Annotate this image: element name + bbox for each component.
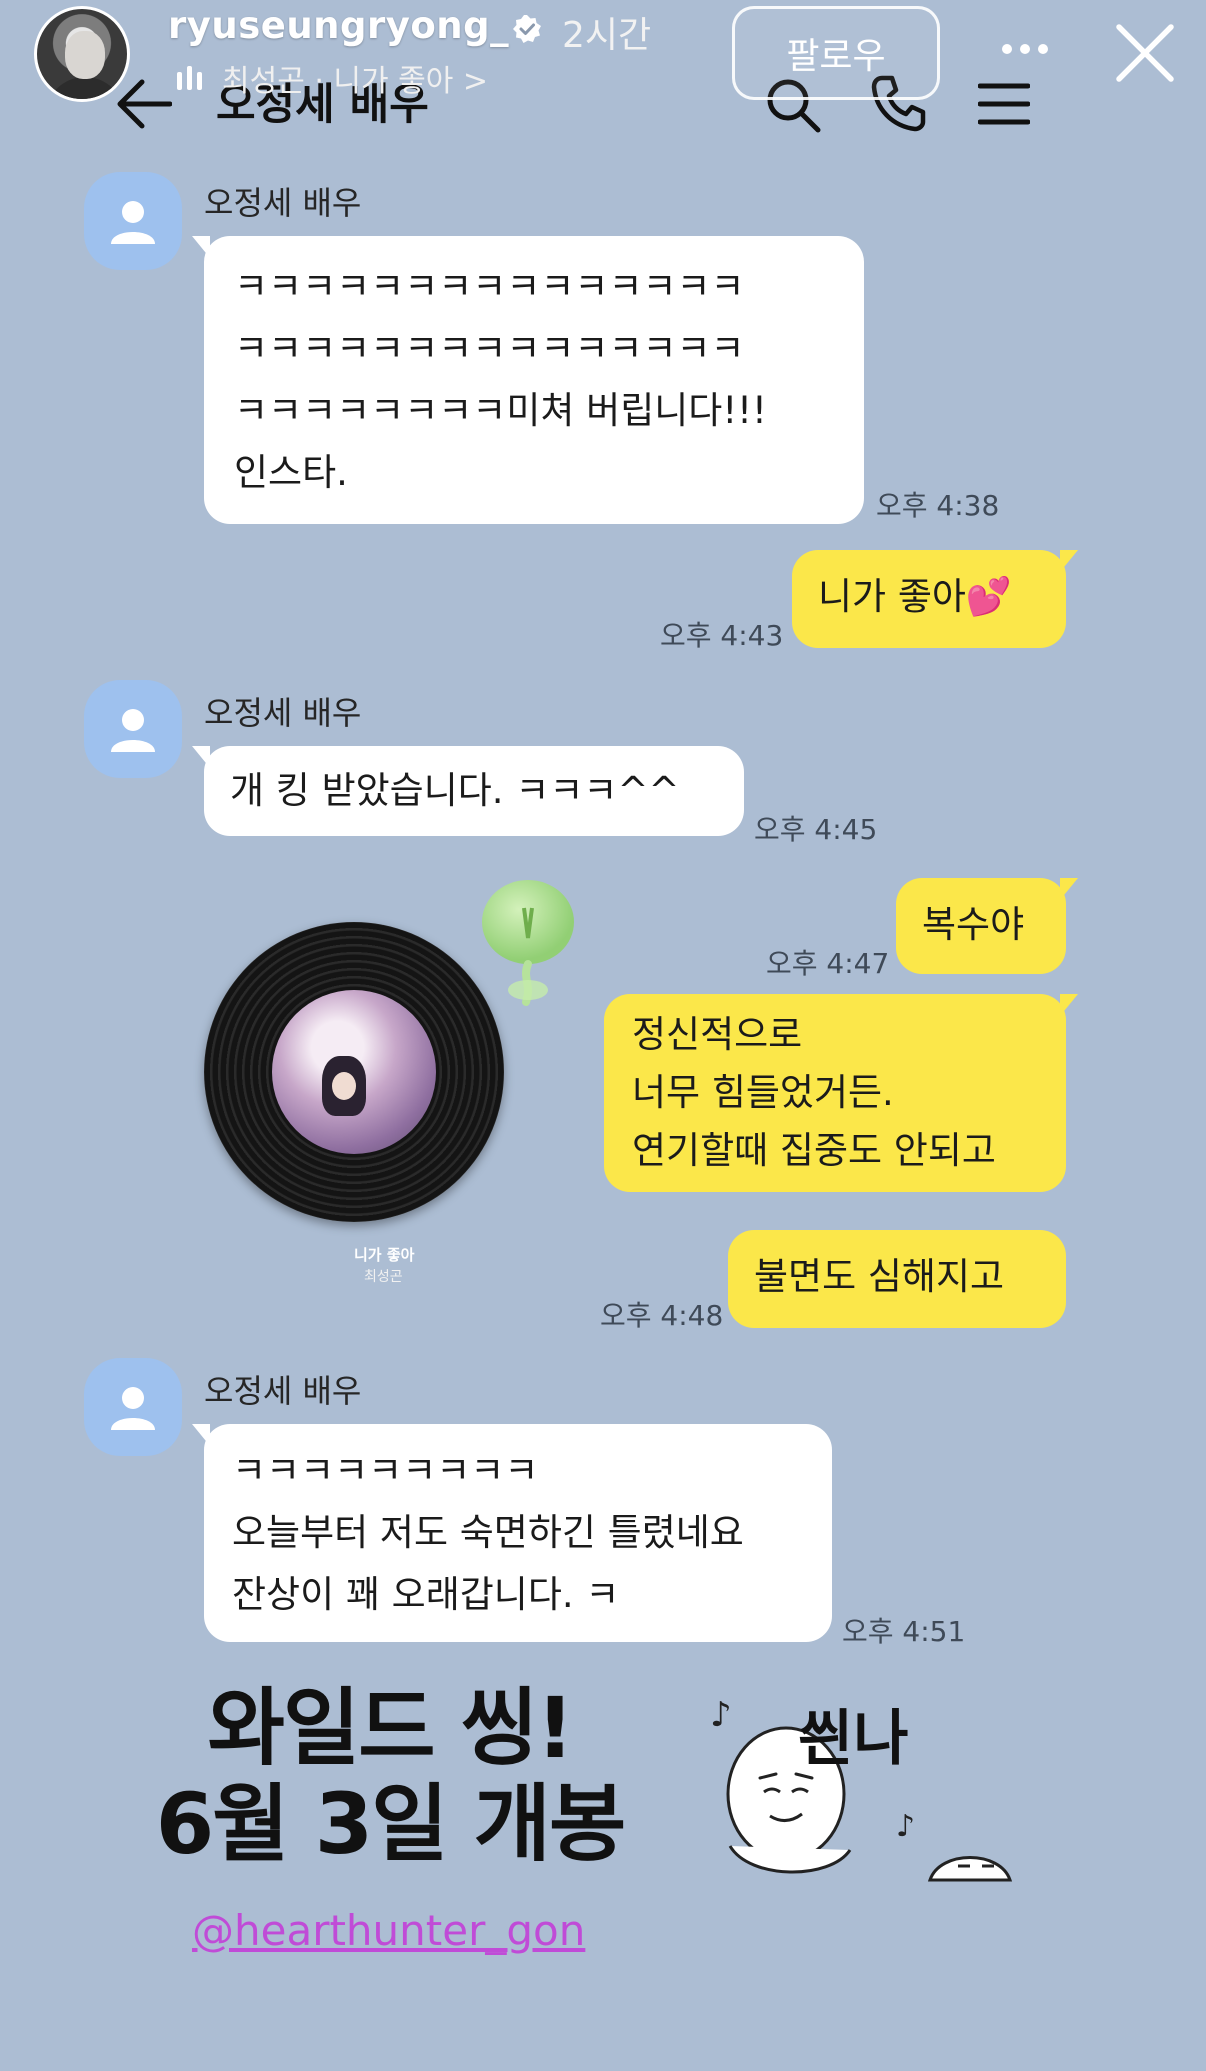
person-icon <box>111 1387 155 1430</box>
story-username[interactable]: ryuseungryong_ <box>168 4 509 47</box>
person-icon <box>111 709 155 752</box>
message-timestamp: 오후 4:38 <box>876 489 1000 522</box>
mention-link[interactable]: @hearthunter_gon <box>192 1906 585 1955</box>
message-bubble-outgoing[interactable]: 복수야 <box>896 878 1078 974</box>
message-bubble-outgoing[interactable]: 불면도 심해지고 <box>728 1230 1066 1328</box>
back-arrow-icon[interactable] <box>116 78 172 130</box>
promo-line-1: 와일드 씽! <box>207 1679 575 1777</box>
sender-name: 오정세 배우 <box>204 184 362 222</box>
message-bubble-incoming[interactable]: 개 킹 받았습니다. ㅋㅋㅋ^^ <box>192 746 744 836</box>
green-balloon-sticker <box>482 880 574 1006</box>
story-timestamp: 2시간 <box>562 15 652 56</box>
message-timestamp: 오후 4:45 <box>754 813 878 846</box>
story-avatar[interactable] <box>34 6 130 102</box>
message-bubble-incoming[interactable]: ㅋㅋㅋㅋㅋㅋㅋㅋㅋㅋㅋㅋㅋㅋㅋ ㅋㅋㅋㅋㅋㅋㅋㅋㅋㅋㅋㅋㅋㅋㅋ ㅋㅋㅋㅋㅋㅋㅋㅋ… <box>192 236 864 524</box>
more-options-icon[interactable] <box>1000 42 1050 56</box>
close-icon[interactable] <box>1114 22 1176 84</box>
message-timestamp: 오후 4:43 <box>660 619 784 652</box>
promo-text: 와일드 씽! 6월 3일 개봉 <box>140 1680 640 1872</box>
sender-name: 오정세 배우 <box>204 1372 362 1410</box>
message-timestamp: 오후 4:51 <box>842 1615 966 1648</box>
sticker-caption: 씐나 <box>798 1704 909 1774</box>
menu-icon[interactable] <box>978 80 1030 128</box>
message-timestamp: 오후 4:48 <box>600 1299 724 1332</box>
sender-avatar[interactable] <box>84 1358 182 1456</box>
story-music-label[interactable]: 최성곤 · 니가 좋아 > <box>222 56 488 100</box>
svg-text:♪: ♪ <box>710 1695 732 1735</box>
promo-line-2: 6월 3일 개봉 <box>155 1775 627 1873</box>
message-bubble-incoming[interactable]: ㅋㅋㅋㅋㅋㅋㅋㅋㅋ 오늘부터 저도 숙면하긴 틀렸네요 잔상이 꽤 오래갑니다.… <box>192 1424 832 1642</box>
song-title: 니가 좋아 <box>354 1246 415 1264</box>
svg-text:♪: ♪ <box>896 1809 915 1844</box>
message-timestamp: 오후 4:47 <box>766 947 890 980</box>
person-icon <box>111 201 155 244</box>
sender-avatar[interactable] <box>84 172 182 270</box>
message-bubble-outgoing[interactable]: 니가 좋아💕 <box>792 550 1078 648</box>
music-bars-icon <box>177 66 202 90</box>
song-artist: 최성곤 <box>364 1269 403 1285</box>
sender-name: 오정세 배우 <box>204 694 362 732</box>
verified-badge-icon <box>513 15 541 43</box>
sender-avatar[interactable] <box>84 680 182 778</box>
follow-button[interactable]: 팔로우 <box>732 6 940 100</box>
album-cover <box>272 990 436 1154</box>
vinyl-record-sticker[interactable] <box>204 922 504 1222</box>
message-bubble-outgoing[interactable]: 정신적으로 너무 힘들었거든. 연기할때 집중도 안되고 <box>604 994 1078 1192</box>
